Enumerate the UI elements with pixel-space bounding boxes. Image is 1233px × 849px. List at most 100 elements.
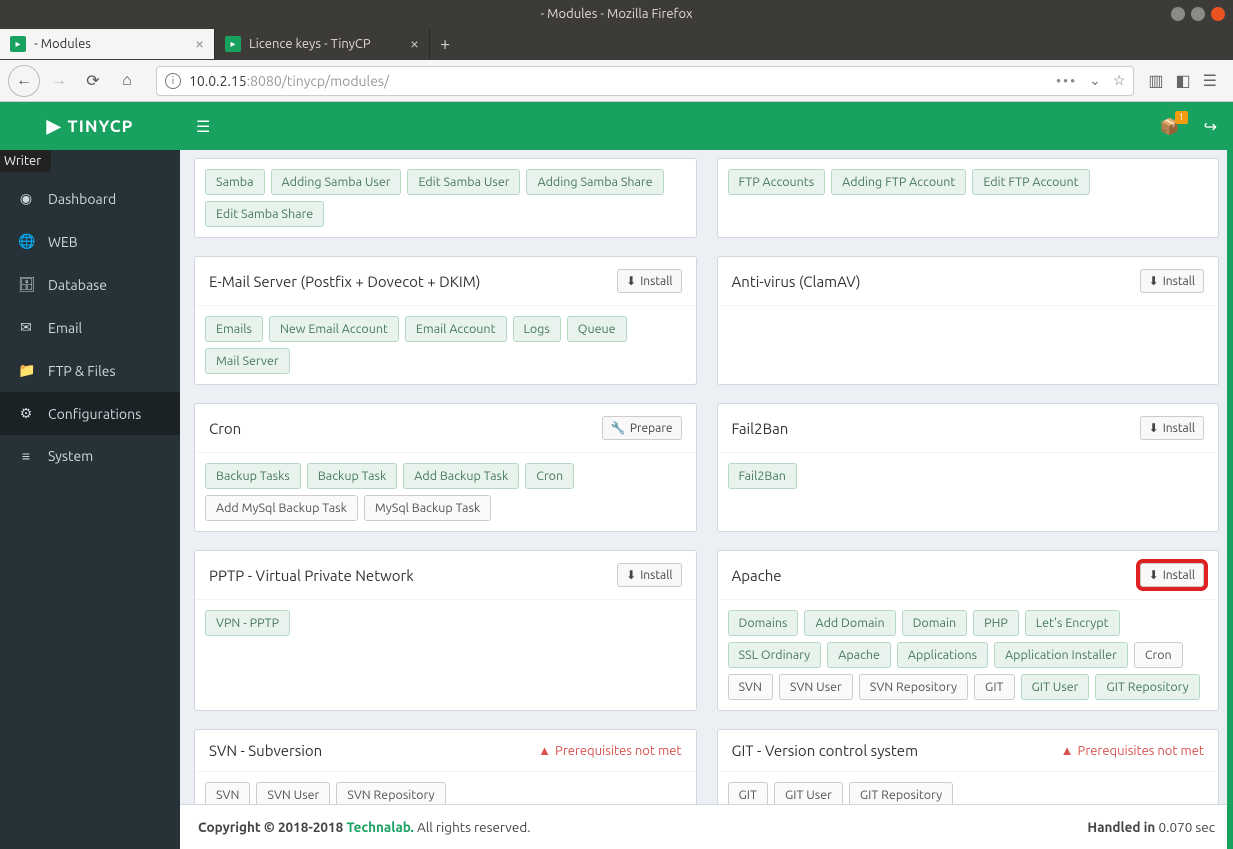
tag-mail-server[interactable]: Mail Server: [205, 348, 290, 374]
tag-edit-samba-share[interactable]: Edit Samba Share: [205, 201, 324, 227]
nav-icon: 📁: [18, 362, 34, 379]
menu-icon[interactable]: ☰: [1203, 71, 1217, 90]
tag-apache[interactable]: Apache: [827, 642, 891, 668]
tag-git-repository[interactable]: GIT Repository: [849, 782, 953, 804]
tag-git-user[interactable]: GIT User: [1021, 674, 1090, 700]
nav-label: System: [48, 448, 93, 464]
tag-edit-ftp-account[interactable]: Edit FTP Account: [972, 169, 1089, 195]
card-cron: Cron 🔧 Prepare Backup TasksBackup TaskAd…: [194, 403, 697, 532]
reload-button[interactable]: ⟳: [78, 66, 108, 96]
tag-backup-tasks[interactable]: Backup Tasks: [205, 463, 301, 489]
tag-svn[interactable]: SVN: [205, 782, 250, 804]
tag-svn-repository[interactable]: SVN Repository: [859, 674, 968, 700]
tag-backup-task[interactable]: Backup Task: [307, 463, 397, 489]
tag-ssl-ordinary[interactable]: SSL Ordinary: [728, 642, 822, 668]
sidebar-item-database[interactable]: 🗄Database: [0, 263, 180, 306]
logout-icon[interactable]: ↪: [1204, 117, 1217, 136]
tag-adding-samba-share[interactable]: Adding Samba Share: [526, 169, 663, 195]
tab-close-icon[interactable]: ×: [195, 35, 204, 53]
tab-close-icon[interactable]: ×: [410, 35, 419, 53]
nav-label: Dashboard: [48, 191, 116, 207]
sidebar-item-system[interactable]: ≡System: [0, 435, 180, 477]
install-button[interactable]: ⬇ Install: [617, 563, 681, 587]
tag-mysql-backup-task[interactable]: MySql Backup Task: [364, 495, 491, 521]
sidebar-item-web[interactable]: 🌐WEB: [0, 220, 180, 263]
url-port: :8080: [247, 73, 282, 89]
browser-tab-modules[interactable]: ▸ - Modules ×: [0, 29, 215, 59]
tag-new-email-account[interactable]: New Email Account: [269, 316, 399, 342]
home-button[interactable]: ⌂: [112, 66, 142, 96]
nav-icon: 🗄: [18, 276, 34, 293]
install-button[interactable]: ⬇ Install: [1140, 416, 1204, 440]
card-title: Cron: [209, 420, 241, 437]
tag-svn-user[interactable]: SVN User: [256, 782, 330, 804]
tag-svn[interactable]: SVN: [728, 674, 773, 700]
tag-add-domain[interactable]: Add Domain: [804, 610, 895, 636]
back-button[interactable]: ←: [8, 65, 40, 97]
install-button[interactable]: ⬇ Install: [1140, 563, 1204, 587]
tag-samba[interactable]: Samba: [205, 169, 265, 195]
tag-php[interactable]: PHP: [973, 610, 1019, 636]
tag-git-repository[interactable]: GIT Repository: [1095, 674, 1199, 700]
logo-icon: ▶: [47, 116, 62, 137]
tag-applications[interactable]: Applications: [897, 642, 988, 668]
brand-logo[interactable]: ▶ TINYCP: [0, 102, 180, 150]
sidebar-item-configurations[interactable]: ⚙Configurations: [0, 392, 180, 435]
tag-git[interactable]: GIT: [974, 674, 1014, 700]
tag-git-user[interactable]: GIT User: [774, 782, 843, 804]
card-apache: Apache ⬇ Install DomainsAdd Domain Domain…: [717, 550, 1220, 711]
tag-adding-ftp-account[interactable]: Adding FTP Account: [831, 169, 966, 195]
tag-cron[interactable]: Cron: [1134, 642, 1183, 668]
url-actions-icon[interactable]: •••: [1056, 73, 1077, 89]
nav-label: WEB: [48, 234, 78, 250]
bookmark-star-icon[interactable]: ☆: [1113, 72, 1126, 89]
tag-let-s-encrypt[interactable]: Let's Encrypt: [1025, 610, 1120, 636]
library-icon[interactable]: ▥: [1148, 71, 1163, 90]
tag-cron[interactable]: Cron: [525, 463, 574, 489]
browser-tab-licence[interactable]: ▸ Licence keys - TinyCP ×: [215, 29, 430, 59]
sidebar-item-dashboard[interactable]: ◉Dashboard: [0, 177, 180, 220]
site-info-icon[interactable]: i: [165, 73, 181, 89]
footer: Copyright © 2018-2018 Technalab. All rig…: [180, 804, 1233, 849]
tag-emails[interactable]: Emails: [205, 316, 263, 342]
browser-toolbar: ← → ⟳ ⌂ i 10.0.2.15:8080/tinycp/modules/…: [0, 60, 1233, 102]
tag-svn-user[interactable]: SVN User: [779, 674, 853, 700]
prerequisites-warning: ▲ Prerequisites not met: [1061, 743, 1204, 758]
tag-application-installer[interactable]: Application Installer: [994, 642, 1128, 668]
tag-adding-samba-user[interactable]: Adding Samba User: [271, 169, 402, 195]
company-link[interactable]: Technalab.: [346, 819, 413, 835]
nav-icon: ✉: [18, 319, 34, 336]
tag-vpn-pptp[interactable]: VPN - PPTP: [205, 610, 290, 636]
tag-edit-samba-user[interactable]: Edit Samba User: [407, 169, 520, 195]
tag-svn-repository[interactable]: SVN Repository: [336, 782, 445, 804]
pocket-icon[interactable]: ⌄: [1089, 72, 1101, 89]
sidebar-item-ftp-files[interactable]: 📁FTP & Files: [0, 349, 180, 392]
tag-queue[interactable]: Queue: [567, 316, 627, 342]
window-close[interactable]: [1211, 7, 1225, 21]
url-bar[interactable]: i 10.0.2.15:8080/tinycp/modules/ ••• ⌄ ☆: [156, 66, 1134, 96]
favicon-icon: ▸: [10, 36, 26, 52]
tag-fail-ban[interactable]: Fail2Ban: [728, 463, 797, 489]
forward-button[interactable]: →: [44, 66, 74, 96]
packages-icon[interactable]: 📦1: [1160, 117, 1180, 136]
window-maximize[interactable]: [1191, 7, 1205, 21]
sidebar-item-email[interactable]: ✉Email: [0, 306, 180, 349]
tag-logs[interactable]: Logs: [513, 316, 561, 342]
card-clamav: Anti-virus (ClamAV) ⬇ Install: [717, 256, 1220, 385]
tag-add-mysql-backup-task[interactable]: Add MySql Backup Task: [205, 495, 358, 521]
card-title: Fail2Ban: [732, 420, 789, 437]
window-minimize[interactable]: [1171, 7, 1185, 21]
tag-git[interactable]: GIT: [728, 782, 768, 804]
sidebar-toggle-icon[interactable]: ☰: [196, 117, 210, 136]
install-button[interactable]: ⬇ Install: [1140, 269, 1204, 293]
new-tab-button[interactable]: +: [430, 34, 460, 54]
tag-domain[interactable]: Domain: [902, 610, 968, 636]
tag-add-backup-task[interactable]: Add Backup Task: [403, 463, 519, 489]
tag-ftp-accounts[interactable]: FTP Accounts: [728, 169, 826, 195]
prepare-button[interactable]: 🔧 Prepare: [602, 416, 682, 440]
sidebar-icon[interactable]: ◧: [1176, 71, 1191, 90]
install-button[interactable]: ⬇ Install: [617, 269, 681, 293]
tag-email-account[interactable]: Email Account: [405, 316, 507, 342]
tag-domains[interactable]: Domains: [728, 610, 799, 636]
sidebar: ▶ TINYCP MENU ◉Dashboard🌐WEB🗄Database✉Em…: [0, 102, 180, 849]
